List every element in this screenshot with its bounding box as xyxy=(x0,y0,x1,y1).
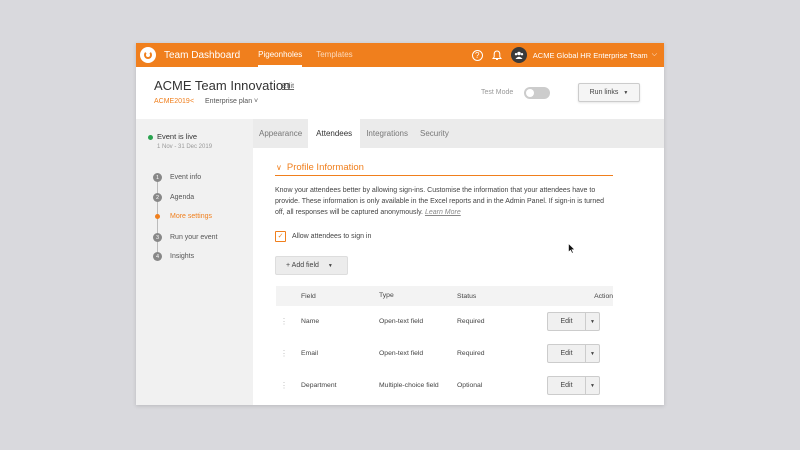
edit-label: Edit xyxy=(560,382,573,389)
test-mode-toggle[interactable] xyxy=(524,87,550,99)
sidebar-item-event-info[interactable]: 1 Event info xyxy=(153,173,201,182)
allow-sign-in-checkbox[interactable]: ✓ xyxy=(275,231,286,242)
table-row: ⋮ Name Open-text field Required Edit ▼ xyxy=(276,306,613,338)
section-title: Profile Information xyxy=(286,162,364,173)
run-links-label: Run links xyxy=(589,89,619,96)
sidebar-item-insights[interactable]: 4 Insights xyxy=(153,252,194,261)
field-status: Required xyxy=(457,318,485,325)
edit-label: Edit xyxy=(560,350,573,357)
live-status-dot xyxy=(148,135,153,140)
field-name: Department xyxy=(301,382,337,389)
test-mode-label: Test Mode xyxy=(481,89,514,96)
column-header-type: Type xyxy=(379,292,394,299)
field-name: Name xyxy=(301,318,320,325)
toggle-knob xyxy=(526,89,534,97)
caret-down-icon: ▼ xyxy=(327,262,333,269)
tab-attendees[interactable]: Attendees xyxy=(308,119,361,148)
sidebar-item-more-settings[interactable]: More settings xyxy=(153,212,212,221)
settings-tabs: Appearance Attendees Integrations Securi… xyxy=(253,119,664,148)
edit-button[interactable]: Edit ▼ xyxy=(547,376,600,395)
active-step-dot xyxy=(153,212,162,221)
sidebar-item-run-your-event[interactable]: 3 Run your event xyxy=(153,233,217,242)
caret-down-icon[interactable]: ▼ xyxy=(585,345,599,362)
table-row: ⋮ Department Multiple-choice field Optio… xyxy=(276,370,613,402)
top-navigation-bar: Team Dashboard Pigeonholes Templates ? A… xyxy=(136,43,664,67)
edit-button[interactable]: Edit ▼ xyxy=(547,312,600,331)
add-field-button[interactable]: + Add field ▼ xyxy=(275,256,348,275)
fields-table: Field Type Status Action ⋮ Name Open-tex… xyxy=(276,286,613,402)
nav-tab-pigeonholes[interactable]: Pigeonholes xyxy=(258,43,303,67)
step-number: 1 xyxy=(153,173,162,182)
sidebar-item-label: Agenda xyxy=(170,194,195,201)
sidebar-item-label: Insights xyxy=(170,253,195,260)
bell-icon[interactable] xyxy=(491,49,502,61)
plan-label: Enterprise plan xyxy=(205,98,253,105)
event-title: ACME Team Innovation xyxy=(154,78,291,93)
share-icon[interactable]: < xyxy=(190,98,194,105)
step-number: 2 xyxy=(153,193,162,202)
caret-down-icon: ▼ xyxy=(623,89,629,96)
sidebar-item-label: Run your event xyxy=(170,234,218,241)
caret-down-icon[interactable]: ▼ xyxy=(585,377,599,394)
run-links-button[interactable]: Run links ▼ xyxy=(578,83,640,102)
table-row: ⋮ Email Open-text field Required Edit ▼ xyxy=(276,338,613,370)
drag-handle-icon[interactable]: ⋮ xyxy=(276,381,301,390)
team-name[interactable]: ACME Global HR Enterprise Team xyxy=(533,51,648,60)
drag-handle-icon[interactable]: ⋮ xyxy=(276,317,301,326)
learn-more-link[interactable]: Learn More xyxy=(425,209,461,216)
app-title: Team Dashboard xyxy=(164,49,241,61)
team-avatar-icon[interactable] xyxy=(510,47,527,63)
event-dates: 1 Nov - 31 Dec 2019 xyxy=(157,144,213,150)
step-number: 3 xyxy=(153,233,162,242)
pigeonhole-logo-icon[interactable] xyxy=(140,47,156,63)
tab-security[interactable]: Security xyxy=(414,119,455,148)
checkbox-label: Allow attendees to sign in xyxy=(292,233,372,240)
step-number: 4 xyxy=(153,252,162,261)
column-header-status: Status xyxy=(457,292,477,300)
field-type: Open-text field xyxy=(379,317,424,325)
app-window: Team Dashboard Pigeonholes Templates ? A… xyxy=(136,43,664,405)
sidebar-item-label: Event info xyxy=(170,174,202,181)
profile-description: Know your attendees better by allowing s… xyxy=(275,185,615,218)
field-name: Email xyxy=(301,350,318,357)
field-status: Optional xyxy=(457,382,483,389)
column-header-field: Field xyxy=(301,292,316,300)
sidebar-item-label: More settings xyxy=(170,213,213,220)
field-type: Open-text field xyxy=(379,349,424,357)
edit-event-link[interactable]: Edit xyxy=(282,83,294,90)
column-header-action: Action xyxy=(594,292,613,300)
drag-handle-icon[interactable]: ⋮ xyxy=(276,349,301,358)
event-status: Event is live xyxy=(157,132,198,141)
add-field-label: + Add field xyxy=(286,262,319,269)
chevron-down-icon: ∨ xyxy=(276,163,282,172)
mouse-cursor-icon xyxy=(568,243,576,254)
edit-label: Edit xyxy=(560,318,573,325)
help-icon[interactable]: ? xyxy=(471,49,483,61)
sidebar-item-agenda[interactable]: 2 Agenda xyxy=(153,193,194,202)
chevron-down-icon[interactable]: ⌵ xyxy=(652,51,657,59)
edit-button[interactable]: Edit ▼ xyxy=(547,344,600,363)
plan-selector[interactable]: Enterprise plan ˅ xyxy=(205,98,258,105)
table-header: Field Type Status Action xyxy=(276,286,613,306)
caret-down-icon[interactable]: ▼ xyxy=(585,313,599,330)
tab-integrations[interactable]: Integrations xyxy=(360,119,414,148)
chevron-down-icon: ˅ xyxy=(254,98,259,105)
field-status: Required xyxy=(457,350,485,357)
event-code[interactable]: ACME2019 xyxy=(154,98,190,105)
field-type: Multiple-choice field xyxy=(379,381,439,389)
nav-tab-templates[interactable]: Templates xyxy=(316,43,352,67)
profile-section-header[interactable]: ∨ Profile Information xyxy=(275,160,613,176)
tab-appearance[interactable]: Appearance xyxy=(253,119,308,148)
sidebar: Event is live 1 Nov - 31 Dec 2019 1 Even… xyxy=(136,119,253,405)
